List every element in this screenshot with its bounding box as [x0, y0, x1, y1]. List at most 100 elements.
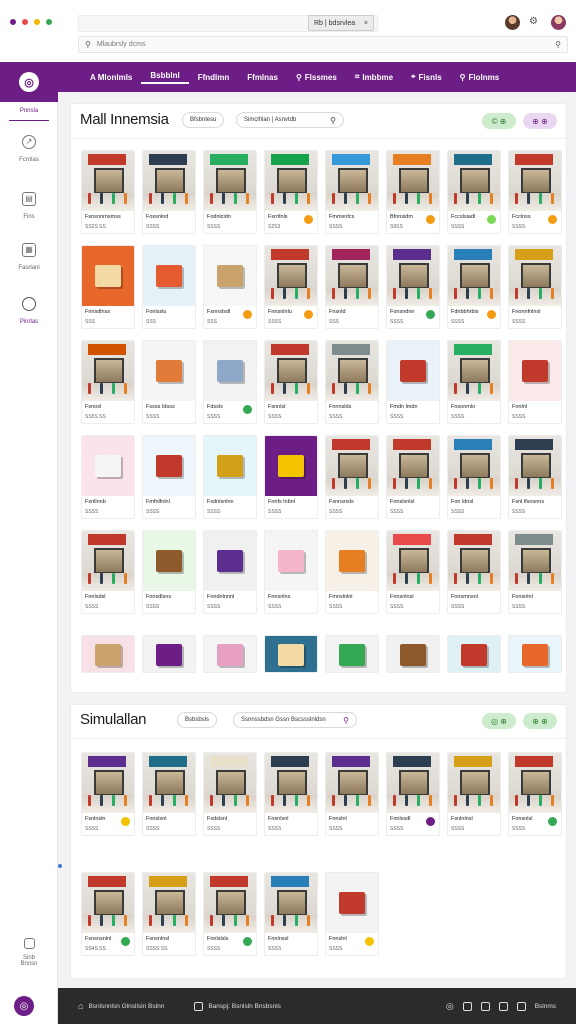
avatar[interactable] [505, 15, 520, 30]
store-card[interactable]: Fsdslsnl SSSS [203, 752, 257, 836]
store-card[interactable]: Fsnnlsl SSSS [264, 340, 318, 424]
store-card[interactable]: Fmdn lmdn SSSS [386, 340, 440, 424]
nav-item-4[interactable]: Ffmlnas [238, 73, 287, 82]
store-card[interactable] [386, 635, 440, 673]
chat-icon[interactable] [516, 1001, 526, 1011]
store-card[interactable]: Fsnnslsdl SSS [203, 245, 257, 329]
layout-toggle[interactable]: ⊕ ⊕ [523, 113, 557, 129]
search-input[interactable]: Simclhlan | Asnvtdb [244, 117, 296, 123]
store-card[interactable]: Fnnsdlsns SSSS [142, 530, 196, 614]
profile-avatar[interactable] [551, 15, 566, 30]
store-card[interactable]: Fsnsnnrnsmss SS2S SS [81, 150, 135, 234]
store-card[interactable]: Fnnnslds SSSS [325, 340, 379, 424]
store-card[interactable]: Fodnlcidn SSSS [203, 150, 257, 234]
store-card[interactable]: Fnndnlnnnl SSSS [203, 530, 257, 614]
store-card[interactable]: Fnnsnlsl SSSS [508, 752, 562, 836]
store-card[interactable]: Fnnlnssl SSSS [264, 872, 318, 956]
store-card[interactable]: Fmnslnlnl SSSS [325, 530, 379, 614]
store-card[interactable]: Fonsndnn SSSS [386, 245, 440, 329]
store-card[interactable]: Fnnsnlnlu SSSS [264, 245, 318, 329]
store-card[interactable]: Fsnsnlnsl SSSS SS [142, 872, 196, 956]
view-toggle[interactable]: ◎ ⊕ [482, 713, 516, 729]
app-logo[interactable] [8, 17, 54, 27]
store-card[interactable]: Bfnnsidm S9SS [386, 150, 440, 234]
store-card[interactable] [203, 635, 257, 673]
close-icon[interactable]: × [364, 20, 368, 27]
store-card[interactable]: Fnnfs lnbnl SSSS [264, 435, 318, 519]
store-card[interactable]: Fsnllnnb SSSS [81, 435, 135, 519]
store-card[interactable] [447, 635, 501, 673]
store-card[interactable]: Fdnbbhrbis SSSS [447, 245, 501, 329]
store-card[interactable]: Fnnlssdl SSSS [386, 752, 440, 836]
nav-item-1[interactable]: A Mlonlmls [78, 73, 141, 82]
search-input[interactable]: Mlaubrsly dcms [97, 41, 146, 48]
video-icon[interactable] [498, 1001, 508, 1011]
store-card[interactable]: Fsnl lfsnsnns SSSS [508, 435, 562, 519]
store-card[interactable]: Foxsnlnd SSSS [142, 150, 196, 234]
store-card[interactable]: Fsnsnsnlnl SS4S SS [81, 872, 135, 956]
account-icon[interactable]: ◎ [14, 996, 34, 1016]
store-card[interactable]: Fnnslnl SSSS [325, 872, 379, 956]
store-card[interactable]: Fcclnss SSSS [508, 150, 562, 234]
nav-item-8[interactable]: ⚲ Flolnms [451, 73, 509, 82]
sidebar-item-help[interactable]: Sinb Bnnsn [0, 938, 58, 967]
search-field[interactable]: Simclhlan | Asnvtdb ⚲ [236, 112, 344, 128]
footer-mid[interactable]: Banspj: Bsnlsln Bnsbsnls [194, 1001, 281, 1011]
nav-item-7[interactable]: ⌖ Fisnls [402, 72, 451, 82]
store-card[interactable]: Fonlsslu SSS [142, 245, 196, 329]
store-card[interactable]: Fnsnld SSS [325, 245, 379, 329]
store-card[interactable]: Fsnlnsln SSSS [81, 752, 135, 836]
store-card[interactable]: Fsnlnlnsl SSSS [447, 752, 501, 836]
search-icon[interactable]: ⚲ [555, 40, 561, 49]
nav-item-2[interactable]: Bsbblnl [141, 71, 189, 84]
facebook-icon[interactable] [480, 1001, 490, 1011]
store-card[interactable] [81, 635, 135, 673]
store-card[interactable]: Fsrrtlnls S2S3 [264, 150, 318, 234]
store-card[interactable]: Fnnslnl SSSS [325, 752, 379, 836]
store-card[interactable]: Fnnsmnsnl SSSS [447, 530, 501, 614]
store-card[interactable]: Fdssls SSSS [203, 340, 257, 424]
sidebar-logo[interactable]: ◎ [0, 62, 58, 102]
sidebar-item-chat[interactable]: Pinrlas [0, 297, 58, 325]
share-icon[interactable] [462, 1001, 472, 1011]
store-card[interactable] [508, 635, 562, 673]
store-card[interactable]: Fnnlnl SSSS [508, 340, 562, 424]
store-card[interactable]: Fnnsdlnss SSS [81, 245, 135, 329]
nav-item-3[interactable]: Ffndlmn [189, 73, 239, 82]
sidebar-item-compass[interactable]: ↗ Fcrnlas [0, 135, 58, 163]
store-card[interactable]: Fccslsiadl SSSS [447, 150, 501, 234]
search-field[interactable]: Ssnnssbdsn Gssn Bscssslnldsn ⚲ [233, 712, 357, 728]
sidebar-item-store[interactable]: Pnnsla [0, 108, 58, 121]
nav-item-6[interactable]: ⌗ Imbbme [346, 72, 402, 82]
store-card[interactable]: Fnnsnlnl SSSS [508, 530, 562, 614]
sidebar-item-calendar[interactable]: ▦ Fasrlani [0, 243, 58, 271]
store-card[interactable] [325, 635, 379, 673]
store-card[interactable]: Fssss Idsss SSSS [142, 340, 196, 424]
nav-item-5[interactable]: ⚲ Flssmes [287, 73, 346, 82]
store-card[interactable] [142, 635, 196, 673]
store-card[interactable]: Fnnlslsls SSSS [203, 872, 257, 956]
store-card[interactable]: Fnnlsdsl SSSS [81, 530, 135, 614]
filter-pill[interactable]: Bfsbnlesu [182, 112, 225, 128]
view-toggle[interactable]: © ⊕ [482, 113, 516, 129]
settings-icon[interactable]: ⚙ [529, 16, 538, 27]
store-card[interactable]: Fsnosl SS5S SS [81, 340, 135, 424]
store-card[interactable]: Fmmsnfcs SSSS [325, 150, 379, 234]
store-card[interactable] [264, 635, 318, 673]
store-card[interactable]: Fnsnlsnl SSSS [264, 752, 318, 836]
footer-left[interactable]: ⌂ Bsnlsnnlsn Glnsllsln Bslnn [78, 1001, 164, 1011]
sidebar-item-chart[interactable]: ▤ Fins [0, 192, 58, 220]
social-icon[interactable]: ◎ [446, 1001, 454, 1012]
store-card[interactable]: Fon ldnsl SSSS [447, 435, 501, 519]
store-card[interactable]: Fmfnlfnlnl SSSS [142, 435, 196, 519]
store-card[interactable]: Fsnnsnsls SSSS [325, 435, 379, 519]
store-card[interactable]: Fsdnlsnlnn SSSS [203, 435, 257, 519]
search-bar[interactable]: ⚲ Mlaubrsly dcms ⚲ [78, 36, 568, 53]
store-card[interactable]: Fnnslsnl SSSS [142, 752, 196, 836]
store-card[interactable]: Fnsonmlo SSSS [447, 340, 501, 424]
layout-toggle[interactable]: ⊕ ⊕ [523, 713, 557, 729]
browser-tab[interactable]: Rb | bdsrvlea × [308, 15, 374, 31]
store-card[interactable]: Fnnsnlnsl SSSS [386, 530, 440, 614]
store-card[interactable]: Fnonnfnlnsl SSSS [508, 245, 562, 329]
filter-pill[interactable]: Bsbsbsls [177, 712, 218, 728]
